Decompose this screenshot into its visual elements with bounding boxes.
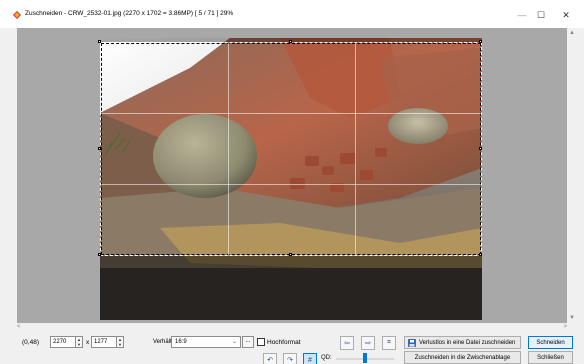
crop-dialog: Zuschneiden - CRW_2532-01.jpg (2270 x 17…: [0, 0, 584, 364]
crop-to-clipboard-button[interactable]: Zuschneiden in die Zwischenablage: [404, 351, 521, 364]
crop-handle-left[interactable]: [98, 147, 101, 150]
crop-grid-line: [101, 184, 481, 185]
maximize-button[interactable]: ☐: [527, 6, 555, 24]
rotate-left-button[interactable]: ↶: [263, 353, 277, 364]
close-window-button[interactable]: ✕: [552, 6, 580, 24]
crop-height-spinner[interactable]: ▲ ▼: [116, 336, 124, 348]
crop-selection[interactable]: [98, 40, 482, 256]
rotate-right-button[interactable]: ↷: [283, 353, 297, 364]
crop-origin-readout: (0,48): [22, 339, 39, 346]
crop-handle-right[interactable]: [479, 147, 482, 150]
scroll-up-icon[interactable]: ▲: [567, 28, 577, 38]
scroll-down-icon[interactable]: ▼: [567, 313, 577, 323]
crop-grid-line: [228, 43, 229, 255]
title-bar: Zuschneiden - CRW_2532-01.jpg (2270 x 17…: [0, 0, 584, 28]
crop-handle-top-left[interactable]: [98, 40, 101, 43]
crop-height-input[interactable]: 1277: [91, 336, 117, 348]
grid-toggle-button[interactable]: #: [303, 353, 317, 364]
qd-slider-thumb[interactable]: [363, 353, 367, 363]
crop-grid-line: [101, 113, 481, 114]
crop-button[interactable]: Schneiden: [528, 336, 573, 349]
save-disk-icon: [408, 338, 416, 347]
crop-shade-bottom: [100, 256, 482, 320]
horizontal-scrollbar[interactable]: < >: [17, 323, 567, 331]
portrait-checkbox-label: Hochformat: [267, 339, 301, 346]
crop-handle-top[interactable]: [289, 40, 292, 43]
image-viewport[interactable]: [17, 28, 567, 323]
ratio-select-value: 16:9: [175, 339, 187, 345]
crop-width-input[interactable]: 2270: [50, 336, 76, 348]
rotate-right-icon: ↷: [287, 357, 293, 364]
scroll-left-icon[interactable]: <: [17, 323, 21, 331]
window-title: Zuschneiden - CRW_2532-01.jpg (2270 x 17…: [25, 10, 234, 17]
scroll-right-icon[interactable]: >: [563, 323, 567, 331]
qd-label: QD:: [321, 355, 332, 361]
crop-handle-bottom-left[interactable]: [98, 253, 101, 256]
rotate-left-icon: ↶: [267, 357, 273, 364]
crop-handle-bottom-right[interactable]: [479, 253, 482, 256]
crop-grid-line: [355, 43, 356, 255]
custom-ratio-button[interactable]: ...: [242, 336, 254, 348]
next-image-button[interactable]: ⇨: [361, 336, 375, 350]
arrow-right-icon: ⇨: [365, 340, 371, 347]
ratio-select[interactable]: 16:9 ⌄: [171, 336, 241, 348]
previous-image-button[interactable]: ⇦: [340, 336, 354, 350]
crop-width-spinner[interactable]: ▲ ▼: [75, 336, 83, 348]
fit-crop-button[interactable]: ⌗: [382, 336, 396, 350]
arrow-left-icon: ⇦: [344, 340, 350, 347]
dimension-separator: x: [86, 339, 90, 346]
chevron-down-icon: ⌄: [231, 339, 237, 345]
close-button[interactable]: Schließen: [528, 351, 573, 364]
portrait-checkbox[interactable]: [257, 338, 265, 346]
irfanview-app-icon: [13, 11, 21, 19]
lossless-crop-label: Verlustlos in eine Datei zuschneiden: [419, 339, 516, 346]
fit-selection-icon: ⌗: [387, 339, 391, 346]
vertical-scrollbar[interactable]: ▲ ▼: [567, 28, 577, 323]
crop-handle-top-right[interactable]: [479, 40, 482, 43]
lossless-crop-button[interactable]: Verlustlos in eine Datei zuschneiden: [404, 336, 521, 349]
grid-icon: #: [308, 356, 312, 364]
crop-handle-bottom[interactable]: [289, 253, 292, 256]
